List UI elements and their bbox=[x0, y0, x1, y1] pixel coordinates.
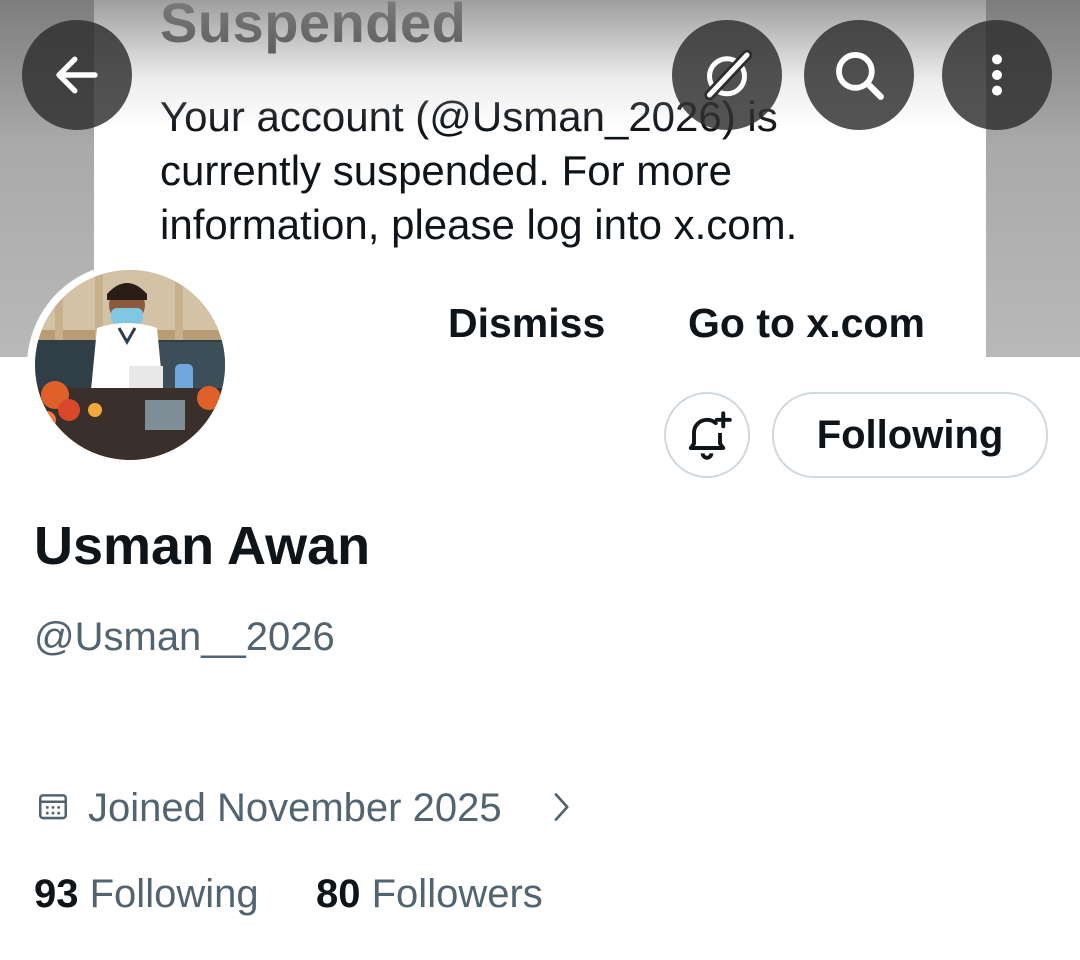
grok-icon bbox=[704, 49, 753, 101]
more-options-button[interactable] bbox=[942, 20, 1052, 130]
arrow-left-icon bbox=[56, 56, 98, 94]
more-vertical-icon bbox=[992, 54, 1002, 96]
back-button[interactable] bbox=[22, 20, 132, 130]
following-stat[interactable]: 93 Following bbox=[34, 872, 259, 917]
notifications-button[interactable] bbox=[664, 392, 750, 478]
search-icon bbox=[836, 52, 884, 100]
dialog-body: Your account (@Usman_2026) is currently … bbox=[160, 93, 798, 248]
dismiss-button[interactable]: Dismiss bbox=[448, 300, 605, 347]
go-to-x-button[interactable]: Go to x.com bbox=[688, 300, 925, 347]
profile-handle: @Usman__2026 bbox=[34, 615, 335, 659]
profile-name: Usman Awan bbox=[34, 516, 371, 576]
chevron-right-icon[interactable] bbox=[546, 788, 576, 826]
bell-plus-icon bbox=[688, 411, 732, 460]
followers-count: 80 bbox=[316, 872, 361, 916]
following-count: 93 bbox=[34, 872, 79, 916]
following-button[interactable]: Following bbox=[772, 392, 1048, 478]
followers-label: Followers bbox=[371, 872, 543, 916]
followers-stat[interactable]: 80 Followers bbox=[316, 872, 543, 917]
avatar[interactable] bbox=[35, 270, 225, 460]
grok-button[interactable] bbox=[672, 20, 782, 130]
calendar-icon bbox=[38, 794, 68, 820]
dialog-title: Suspended bbox=[160, 0, 467, 54]
search-button[interactable] bbox=[804, 20, 914, 130]
joined-date: Joined November 2025 bbox=[88, 786, 502, 830]
following-label: Following bbox=[89, 872, 259, 916]
